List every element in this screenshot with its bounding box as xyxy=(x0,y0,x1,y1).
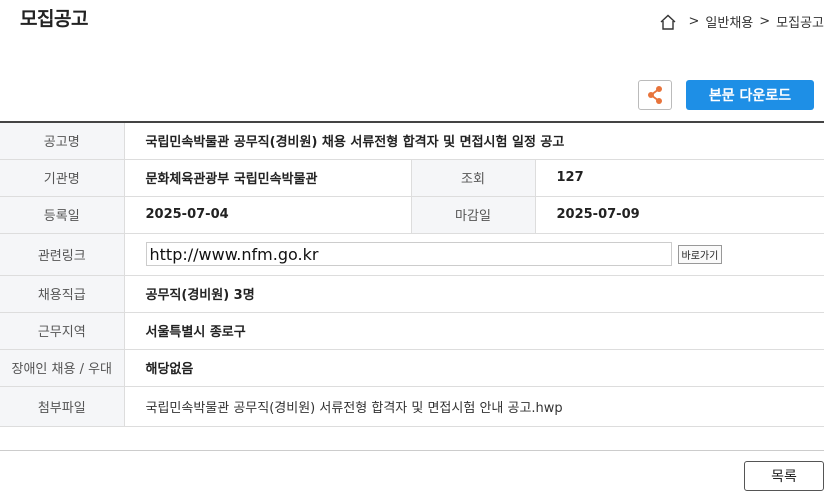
go-link-button[interactable]: 바로가기 xyxy=(677,244,723,264)
agency-value: 문화체육관광부 국립민속박물관 xyxy=(124,159,411,197)
views-value: 127 xyxy=(535,159,824,197)
table-row: 장애인 채용 / 우대 해당없음 xyxy=(0,349,824,387)
download-button[interactable]: 본문 다운로드 xyxy=(686,80,814,110)
breadcrumb-separator: > xyxy=(688,14,700,29)
attachment-label: 첨부파일 xyxy=(0,386,125,427)
divider xyxy=(0,450,824,451)
breadcrumb: > 일반채용 > 모집공고 xyxy=(659,12,824,31)
table-row: 첨부파일 국립민속박물관 공무직(경비원) 서류전형 합격자 및 면접시험 안내… xyxy=(0,386,824,427)
home-icon[interactable] xyxy=(659,13,677,31)
agency-label: 기관명 xyxy=(0,159,125,197)
job-grade-label: 채용직급 xyxy=(0,275,125,313)
table-row: 공고명 국립민속박물관 공무직(경비원) 채용 서류전형 합격자 및 면접시험 … xyxy=(0,122,824,160)
disabled-hiring-label: 장애인 채용 / 우대 xyxy=(0,349,125,387)
table-row: 등록일 2025-07-04 마감일 2025-07-09 xyxy=(0,196,824,234)
table-row: 근무지역 서울특별시 종로구 xyxy=(0,312,824,350)
table-row: 기관명 문화체육관광부 국립민속박물관 조회 127 xyxy=(0,159,824,197)
disabled-hiring-value: 해당없음 xyxy=(124,349,824,387)
list-button[interactable]: 목록 xyxy=(744,461,824,491)
registered-value: 2025-07-04 xyxy=(124,196,411,234)
breadcrumb-item-general-recruit[interactable]: 일반채용 xyxy=(705,12,753,31)
breadcrumb-item-notice[interactable]: 모집공고 xyxy=(776,12,824,31)
views-label: 조회 xyxy=(410,159,536,197)
deadline-value: 2025-07-09 xyxy=(535,196,824,234)
work-region-label: 근무지역 xyxy=(0,312,125,350)
deadline-label: 마감일 xyxy=(410,196,536,234)
title-value: 국립민속박물관 공무직(경비원) 채용 서류전형 합격자 및 면접시험 일정 공… xyxy=(124,122,824,160)
work-region-value: 서울특별시 종로구 xyxy=(124,312,824,350)
breadcrumb-separator: > xyxy=(759,14,771,29)
attachment-link[interactable]: 국립민속박물관 공무직(경비원) 서류전형 합격자 및 면접시험 안내 공고.h… xyxy=(124,386,824,427)
registered-label: 등록일 xyxy=(0,196,125,234)
share-icon xyxy=(648,86,662,104)
job-grade-value: 공무직(경비원) 3명 xyxy=(124,275,824,313)
related-link-field[interactable]: http://www.nfm.go.kr xyxy=(145,242,672,266)
notice-info-table: 공고명 국립민속박물관 공무직(경비원) 채용 서류전형 합격자 및 면접시험 … xyxy=(0,121,824,427)
related-link-label: 관련링크 xyxy=(0,233,125,276)
related-link-cell: http://www.nfm.go.kr 바로가기 xyxy=(124,233,824,276)
table-row: 채용직급 공무직(경비원) 3명 xyxy=(0,275,824,313)
share-button[interactable] xyxy=(638,80,672,110)
page-title: 모집공고 xyxy=(20,8,88,30)
table-row: 관련링크 http://www.nfm.go.kr 바로가기 xyxy=(0,233,824,276)
title-label: 공고명 xyxy=(0,122,125,160)
